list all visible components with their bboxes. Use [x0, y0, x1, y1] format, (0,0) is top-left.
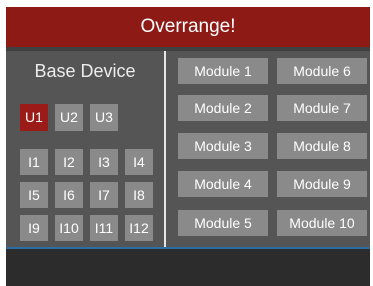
module-button-9[interactable]: Module 9 [277, 171, 367, 197]
unit-button-u2[interactable]: U2 [55, 104, 83, 131]
input-button-i11[interactable]: I11 [90, 215, 118, 241]
panel-divider [164, 51, 166, 247]
unit-button-u1[interactable]: U1 [20, 104, 48, 131]
module-button-1[interactable]: Module 1 [178, 58, 268, 84]
unit-button-u3[interactable]: U3 [90, 104, 118, 131]
input-button-i1[interactable]: I1 [20, 149, 48, 175]
module-button-5[interactable]: Module 5 [178, 210, 268, 236]
overrange-banner: Overrange! [6, 7, 370, 47]
input-button-i6[interactable]: I6 [55, 182, 83, 208]
input-button-i7[interactable]: I7 [90, 182, 118, 208]
input-button-i10[interactable]: I10 [55, 215, 83, 241]
input-button-i4[interactable]: I4 [125, 149, 153, 175]
footer-bar [6, 249, 370, 286]
module-button-8[interactable]: Module 8 [277, 133, 367, 159]
module-button-2[interactable]: Module 2 [178, 95, 268, 121]
base-device-title: Base Device [34, 61, 136, 81]
input-button-i2[interactable]: I2 [55, 149, 83, 175]
input-button-i12[interactable]: I12 [125, 215, 153, 241]
module-button-6[interactable]: Module 6 [277, 58, 367, 84]
input-button-i8[interactable]: I8 [125, 182, 153, 208]
module-button-3[interactable]: Module 3 [178, 133, 268, 159]
module-button-10[interactable]: Module 10 [277, 210, 367, 236]
input-button-i5[interactable]: I5 [20, 182, 48, 208]
input-button-i3[interactable]: I3 [90, 149, 118, 175]
app-window: Overrange! Base Device U1 U2 U3 I1 I2 I3… [6, 7, 370, 286]
main-panel: Base Device U1 U2 U3 I1 I2 I3 I4 I5 I6 I… [6, 51, 370, 247]
module-button-4[interactable]: Module 4 [178, 171, 268, 197]
input-button-i9[interactable]: I9 [20, 215, 48, 241]
module-button-7[interactable]: Module 7 [277, 95, 367, 121]
